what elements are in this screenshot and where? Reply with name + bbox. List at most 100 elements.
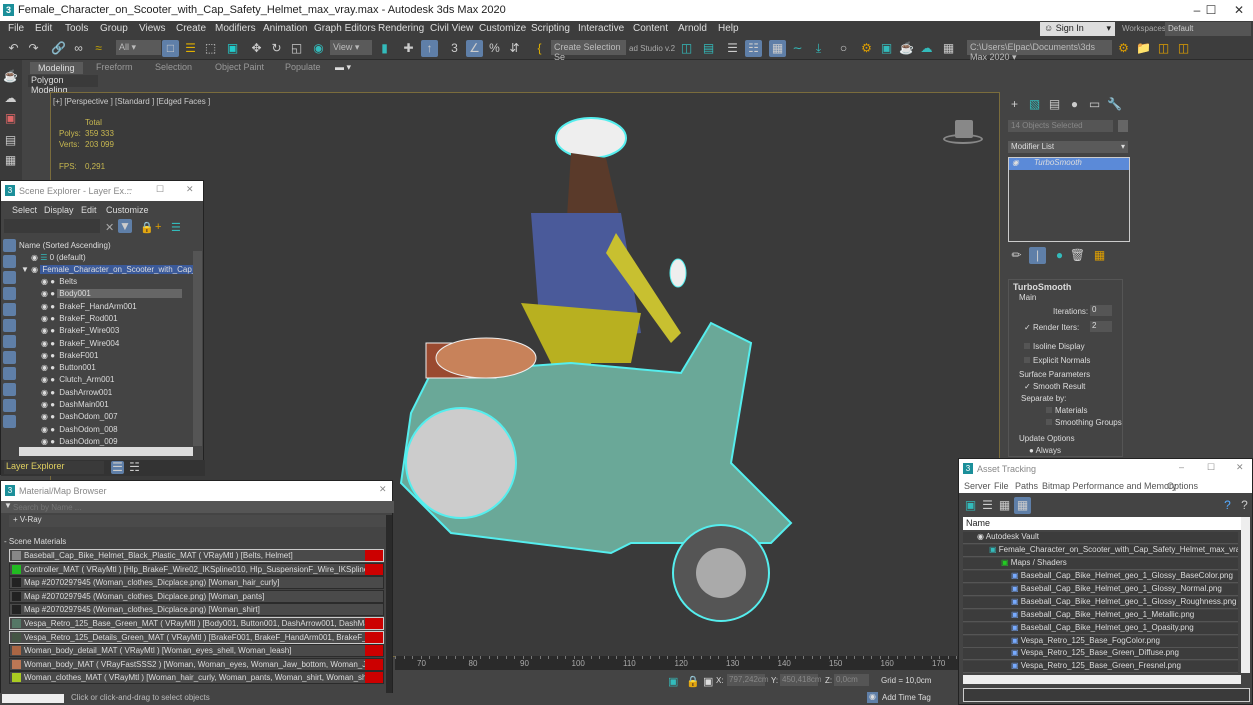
- project-folder-icon[interactable]: ◫: [1175, 40, 1192, 57]
- material-row[interactable]: Woman_clothes_MAT ( VRayMtl ) [Woman_hai…: [9, 671, 384, 685]
- se-object-row[interactable]: ◉ ● BrakeF001: [41, 351, 193, 363]
- se-object-row[interactable]: ◉ ● BrakeF_Wire003: [41, 326, 193, 338]
- time-tag-icon[interactable]: ◉: [867, 692, 878, 703]
- material-row[interactable]: Controller_MAT ( VRayMtl ) [Hlp_BrakeF_W…: [9, 562, 384, 576]
- maximize-icon[interactable]: ☐: [1207, 462, 1215, 473]
- select-by-name-icon[interactable]: ☰: [182, 40, 199, 57]
- at-column-name[interactable]: Name: [963, 517, 1241, 530]
- bind-space-warp-icon[interactable]: ≈: [90, 40, 107, 57]
- eye-icon[interactable]: ◉: [41, 437, 48, 446]
- asset-row[interactable]: ▣ Baseball_Cap_Bike_Helmet_geo_1_Glossy_…: [963, 583, 1238, 596]
- select-object-icon[interactable]: □: [162, 40, 179, 57]
- viewcube[interactable]: [943, 118, 983, 144]
- modifier-stack-item-turbosmooth[interactable]: ◉ TurboSmooth: [1009, 158, 1129, 170]
- menu-content[interactable]: Content: [633, 23, 668, 34]
- eye-icon[interactable]: ◉: [41, 400, 48, 409]
- absolute-mode-icon[interactable]: ▣: [703, 675, 713, 688]
- iterations-spinner[interactable]: 0: [1090, 305, 1112, 316]
- se-root-object[interactable]: ▼ ◉ Female_Character_on_Scooter_with_Cap…: [21, 265, 193, 277]
- scooter-character-model[interactable]: [391, 103, 811, 633]
- lock-icon[interactable]: 🔒: [140, 221, 154, 234]
- expand-icon[interactable]: ▼: [21, 265, 29, 274]
- asset-row[interactable]: ▣ Vespa_Retro_125_Base_FogColor.png: [963, 635, 1238, 648]
- explorer-type-dropdown[interactable]: Layer Explorer: [4, 461, 104, 474]
- unlink-icon[interactable]: ∞: [70, 40, 87, 57]
- lights-filter-icon[interactable]: [3, 271, 16, 284]
- eye-icon[interactable]: ◉: [41, 363, 48, 372]
- asset-tracking-titlebar[interactable]: 3 Asset Tracking – ☐ ✕: [959, 459, 1252, 479]
- pivot-icon[interactable]: ▮: [376, 40, 393, 57]
- eye-icon[interactable]: ◉: [41, 289, 48, 298]
- sign-in-button[interactable]: ☺ Sign In ▾: [1040, 22, 1115, 36]
- at-menu-file[interactable]: File: [994, 481, 1009, 491]
- ribbon-toggle-icon[interactable]: ▦: [769, 40, 786, 57]
- maxscript-listener-input[interactable]: [2, 694, 64, 703]
- select-manipulate-icon[interactable]: ✚: [400, 40, 417, 57]
- se-menu-edit[interactable]: Edit: [81, 205, 97, 215]
- selection-filter-dropdown[interactable]: All ▾: [116, 40, 161, 55]
- motion-tab-icon[interactable]: ●: [1066, 96, 1083, 113]
- display-tab-icon[interactable]: ▭: [1086, 96, 1103, 113]
- menu-create[interactable]: Create: [176, 23, 206, 34]
- se-menu-customize[interactable]: Customize: [106, 205, 149, 215]
- tab-populate[interactable]: Populate: [285, 62, 321, 72]
- edit-named-selection-icon[interactable]: {: [531, 40, 548, 57]
- render-iters-checkbox[interactable]: ✓ Render Iters:: [1024, 323, 1079, 332]
- keyboard-shortcut-icon[interactable]: ↑: [421, 40, 438, 57]
- x-coordinate-field[interactable]: 797,242cm: [727, 674, 769, 686]
- tab-object-paint[interactable]: Object Paint: [215, 62, 264, 72]
- align-icon[interactable]: ▤: [700, 40, 717, 57]
- menu-animation[interactable]: Animation: [263, 23, 307, 34]
- menu-views[interactable]: Views: [139, 23, 166, 34]
- workspace-dropdown[interactable]: Default: [1165, 22, 1251, 36]
- xrefs-filter-icon[interactable]: [3, 351, 16, 364]
- particles-filter-icon[interactable]: [3, 399, 16, 412]
- menu-interactive[interactable]: Interactive: [578, 23, 624, 34]
- new-project-icon[interactable]: ◫: [1155, 40, 1172, 57]
- eye-icon[interactable]: ◉: [41, 326, 48, 335]
- reference-coord-dropdown[interactable]: View ▾: [330, 40, 372, 55]
- material-search-input[interactable]: [13, 501, 389, 513]
- eye-icon[interactable]: ◉: [41, 351, 48, 360]
- se-object-row[interactable]: ◉ ● Clutch_Arm001: [41, 375, 193, 387]
- asset-row[interactable]: ▣ Baseball_Cap_Bike_Helmet_geo_1_Glossy_…: [963, 596, 1238, 609]
- ribbon-sub-panel[interactable]: Polygon Modeling: [28, 75, 98, 95]
- menu-graph-editors[interactable]: Graph Editors: [314, 23, 376, 34]
- material-row[interactable]: Woman_body_MAT ( VRayFastSSS2 ) [Woman, …: [9, 657, 384, 671]
- minimize-icon[interactable]: –: [1179, 462, 1184, 472]
- help-icon[interactable]: ?: [1219, 497, 1236, 514]
- material-row[interactable]: Vespa_Retro_125_Base_Green_MAT ( VRayMtl…: [9, 617, 384, 630]
- eye-icon[interactable]: ◉: [31, 253, 38, 262]
- material-row[interactable]: Vespa_Retro_125_Details_Green_MAT ( VRay…: [9, 630, 384, 644]
- tab-modeling[interactable]: Modeling: [30, 62, 83, 74]
- maximize-button[interactable]: ☐: [1197, 2, 1225, 19]
- table-icon[interactable]: ▤: [2, 132, 19, 149]
- at-horizontal-scrollbar[interactable]: [963, 675, 1241, 684]
- se-menu-display[interactable]: Display: [44, 205, 74, 215]
- se-object-row[interactable]: ◉ ● DashOdom_008: [41, 425, 193, 437]
- containers-filter-icon[interactable]: [3, 383, 16, 396]
- close-button[interactable]: ✕: [1225, 2, 1253, 19]
- minimize-icon[interactable]: –: [127, 184, 132, 194]
- visibility-filter-icon[interactable]: [3, 415, 16, 428]
- rect-selection-icon[interactable]: ⬚: [202, 40, 219, 57]
- menu-file[interactable]: File: [8, 23, 24, 34]
- link-icon[interactable]: 🔗: [50, 40, 67, 57]
- geometry-filter-icon[interactable]: [3, 239, 16, 252]
- viewport-layouts-icon[interactable]: ▦: [940, 40, 957, 57]
- material-row[interactable]: Woman_body_detail_MAT ( VRayMtl ) [Woman…: [9, 644, 384, 658]
- rendered-frame-window-icon[interactable]: ▣: [878, 40, 895, 57]
- se-object-row[interactable]: ◉ ● DashArrow001: [41, 388, 193, 400]
- se-menu-select[interactable]: Select: [12, 205, 37, 215]
- tab-selection[interactable]: Selection: [155, 62, 192, 72]
- window-crossing-icon[interactable]: ▣: [224, 40, 241, 57]
- se-object-row[interactable]: ◉ ● DashOdom_009: [41, 437, 193, 449]
- bones-filter-icon[interactable]: [3, 367, 16, 380]
- teapot-icon[interactable]: ☕: [2, 68, 19, 85]
- at-menu-paths[interactable]: Paths: [1015, 481, 1038, 491]
- undo-icon[interactable]: ↶: [5, 40, 22, 57]
- y-coordinate-field[interactable]: 450,418cm: [780, 674, 822, 686]
- object-name-field[interactable]: 14 Objects Selected: [1008, 120, 1113, 132]
- se-object-row[interactable]: ◉ ● BrakeF_Rod001: [41, 314, 193, 326]
- se-vertical-scrollbar[interactable]: [193, 251, 202, 446]
